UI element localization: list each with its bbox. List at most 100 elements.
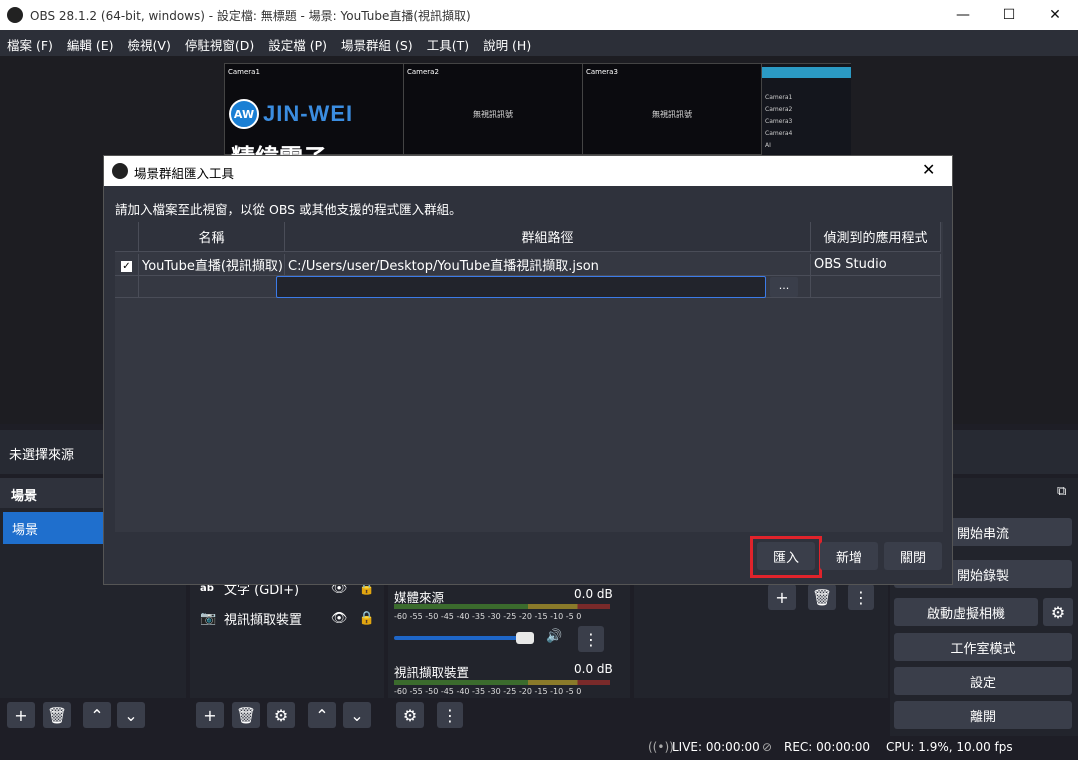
add-scene-button[interactable]: + [7,702,35,728]
add-transition-button[interactable]: + [768,584,796,610]
exit-button[interactable]: 離開 [894,701,1072,729]
close-dialog-button[interactable]: 關閉 [884,542,942,570]
row-name-cell[interactable]: YouTube直播(視訊擷取) [139,254,285,276]
menu-bar: 檔案 (F) 編輯 (E) 檢視(V) 停駐視窗(D) 設定檔 (P) 場景群組… [0,30,1078,56]
row-path-cell[interactable]: C:/Users/user/Desktop/YouTube直播視訊擷取.json [285,254,811,276]
maximize-button[interactable]: ☐ [986,0,1032,30]
empty-row-name-cell[interactable] [139,276,285,298]
status-bar: ((•)) LIVE: 00:00:00 ⊘ REC: 00:00:00 CPU… [0,736,1078,760]
plus-icon: + [14,705,28,725]
source-row-camera[interactable]: 📷 視訊擷取裝置 👁 🔒 [200,606,375,630]
add-button[interactable]: 新增 [820,542,878,570]
menu-edit[interactable]: 編輯 (E) [60,30,121,56]
dialog-instruction: 請加入檔案至此視窗，以從 OBS 或其他支援的程式匯入群組。 [115,202,462,217]
trash-icon: 🗑 [235,705,257,725]
cpu-status: CPU: 1.9%, 10.00 fps [886,740,1013,754]
trash-icon: 🗑 [46,705,68,725]
dialog-close-icon[interactable]: ✕ [922,160,935,179]
mixer-channel-name: 視訊擷取裝置 [394,665,470,680]
side-item: Camera2 [765,106,793,113]
chevron-up-icon: ⌃ [315,705,329,725]
minimize-button[interactable]: — [940,0,986,30]
move-source-down-button[interactable]: ⌄ [343,702,371,728]
remove-source-button[interactable]: 🗑 [232,702,260,728]
add-source-button[interactable]: + [196,702,224,728]
eye-icon[interactable]: 👁 [331,611,359,626]
remove-scene-button[interactable]: 🗑 [43,702,71,728]
menu-docks[interactable]: 停駐視窗(D) [178,30,261,56]
window-title: OBS 28.1.2 (64-bit, windows) - 設定檔: 無標題 … [30,9,471,23]
undock-icon[interactable]: ⧉ [1057,484,1066,499]
live-timer: LIVE: 00:00:00 [672,740,760,754]
preview-side-list: Camera1 Camera2 Camera3 Camera4 AI [762,64,851,156]
import-button[interactable]: 匯入 [757,542,815,570]
mixer-options-button[interactable]: ⋮ [437,702,463,728]
gear-icon: ⚙ [273,705,289,725]
close-button[interactable]: ✕ [1032,0,1078,30]
lock-icon[interactable]: 🔒 [359,611,375,626]
menu-view[interactable]: 檢視(V) [121,30,178,56]
plus-icon: + [775,587,789,607]
rec-icon: ⊘ [762,740,773,754]
chevron-down-icon: ⌄ [350,705,364,725]
column-header-path[interactable]: 群組路徑 [285,222,811,252]
preview-canvas[interactable]: Camera1 AW JIN-WEI 精緯電子 Camera2 無視訊訊號 Ca… [224,63,851,172]
move-source-up-button[interactable]: ⌃ [308,702,336,728]
studio-mode-button[interactable]: 工作室模式 [894,633,1072,661]
virtual-camera-settings-button[interactable]: ⚙ [1043,598,1073,626]
column-header-check [115,222,139,252]
side-item: Camera3 [765,118,793,125]
camera-label: Camera3 [586,68,618,76]
more-vertical-icon: ⋮ [442,705,458,725]
camera-label: Camera1 [228,68,260,76]
gears-icon: ⚙ [402,705,418,725]
camera-tile-2: Camera2 無視訊訊號 [404,64,583,156]
live-icon: ((•)) [648,740,674,754]
settings-button[interactable]: 設定 [894,667,1072,695]
row-checkbox[interactable]: ✓ [121,261,132,272]
remove-transition-button[interactable]: 🗑 [808,584,836,610]
transition-menu-button[interactable]: ⋮ [848,584,874,610]
camera-label: Camera2 [407,68,439,76]
move-scene-down-button[interactable]: ⌄ [117,702,145,728]
mixer-channel-db: 0.0 dB [574,587,613,601]
logo-badge: AW [229,99,259,129]
move-scene-up-button[interactable]: ⌃ [83,702,111,728]
meter-ticks: -60 -55 -50 -45 -40 -35 -30 -25 -20 -15 … [394,687,582,696]
audio-meter [394,604,610,609]
audio-settings-button[interactable]: ⚙ [396,702,424,728]
menu-scene-collection[interactable]: 場景群組 (S) [334,30,420,56]
chevron-down-icon: ⌄ [124,705,138,725]
scenes-title: 場景 [11,489,38,504]
dialog-title: 場景群組匯入工具 [134,166,235,181]
mixer-menu-button[interactable]: ⋮ [578,626,604,652]
column-header-app[interactable]: 偵測到的應用程式 [811,222,941,252]
menu-file[interactable]: 檔案 (F) [0,30,60,56]
jinwei-logo: AW JIN-WEI [229,99,369,133]
start-virtual-camera-button[interactable]: 啟動虛擬相機 [894,598,1038,626]
empty-row-app-cell [811,276,941,298]
no-source-label: 未選擇來源 [9,448,75,463]
gear-icon: ⚙ [1050,602,1066,622]
group-path-input[interactable] [276,276,766,298]
camera-icon: 📷 [200,610,217,626]
menu-help[interactable]: 說明 (H) [476,30,538,56]
obs-app-icon [112,163,128,179]
volume-slider-handle[interactable] [516,632,534,644]
dialog-titlebar: 場景群組匯入工具 ✕ [104,156,952,186]
browse-button[interactable]: ... [770,277,798,297]
more-vertical-icon: ⋮ [853,587,869,607]
logo-text: JIN-WEI [263,101,354,126]
mixer-channel-db: 0.0 dB [574,662,613,676]
menu-profile[interactable]: 設定檔 (P) [261,30,334,56]
obs-app-icon [7,7,23,23]
column-header-name[interactable]: 名稱 [139,222,285,252]
menu-tools[interactable]: 工具(T) [420,30,476,56]
side-item: Camera1 [765,94,793,101]
volume-slider[interactable] [394,636,534,640]
speaker-icon[interactable]: 🔊 [546,629,562,644]
no-signal-text: 無視訊訊號 [652,110,692,119]
camera-tile-1: Camera1 AW JIN-WEI 精緯電子 [225,64,404,172]
empty-row-check-cell [115,276,139,298]
source-properties-button[interactable]: ⚙ [267,702,295,728]
